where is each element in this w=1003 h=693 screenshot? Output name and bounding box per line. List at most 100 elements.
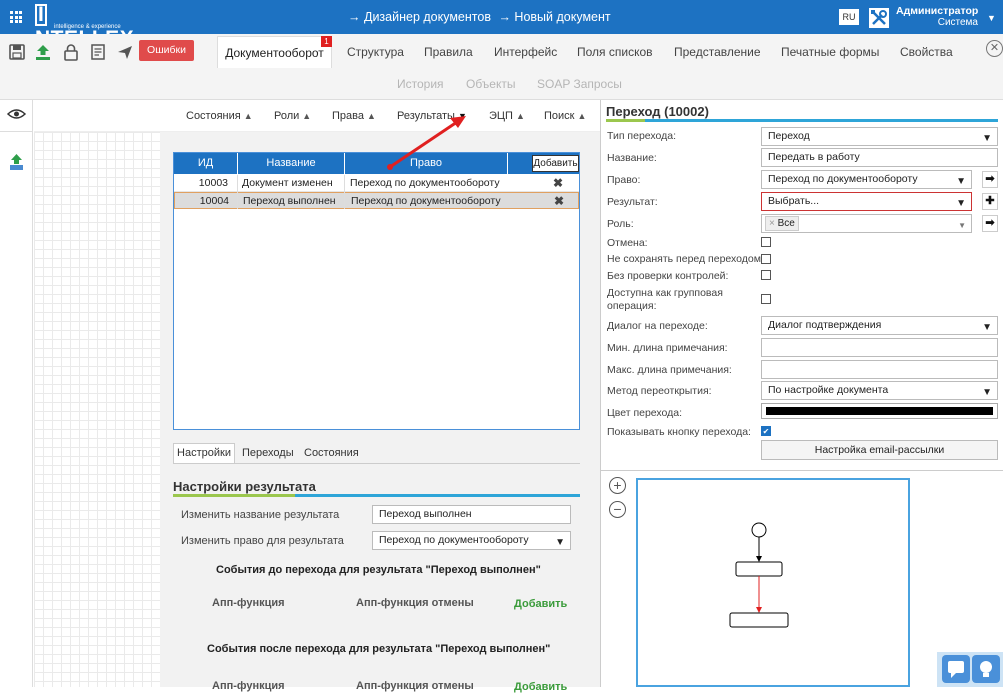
delete-icon[interactable]: ✖ — [553, 193, 565, 210]
color-label: Цвет перехода: — [607, 407, 683, 419]
chevron-down-icon: ▼ — [956, 198, 966, 209]
nosave-checkbox[interactable] — [761, 254, 771, 264]
type-select[interactable]: Переход ▼ — [761, 127, 998, 146]
zoom-out-icon[interactable]: − — [609, 501, 626, 518]
tab-interface[interactable]: Интерфейс — [494, 45, 557, 59]
chevron-down-icon: ▼ — [956, 176, 966, 187]
go-arrow-icon[interactable]: ➡ — [982, 215, 998, 232]
import-icon[interactable] — [9, 153, 24, 171]
role-label: Роль: — [607, 218, 634, 230]
cell-id: 10003 — [198, 177, 228, 189]
title-underline — [606, 119, 998, 122]
chevron-down-icon: ▼ — [982, 133, 992, 144]
tab-print-forms[interactable]: Печатные формы — [781, 45, 879, 59]
form-icon[interactable] — [89, 43, 107, 61]
reopen-select[interactable]: По настройке документа ▼ — [761, 381, 998, 400]
tab-soap[interactable]: SOAP Запросы — [537, 77, 622, 91]
role-tag[interactable]: × Все — [765, 216, 799, 231]
add-event-button[interactable]: Добавить — [514, 681, 567, 693]
name-input[interactable]: Передать в работу — [761, 148, 998, 167]
result-select[interactable]: Выбрать... ▼ — [761, 192, 972, 211]
result-name-input[interactable]: Переход выполнен — [372, 505, 571, 524]
section-roles[interactable]: Роли ▲ — [274, 110, 311, 122]
cancel-checkbox[interactable] — [761, 237, 771, 247]
email-settings-button[interactable]: Настройка email-рассылки — [761, 440, 998, 460]
tab-transitions[interactable]: Переходы — [242, 447, 294, 459]
divider — [0, 131, 33, 132]
close-icon[interactable]: ✕ — [986, 40, 1003, 57]
state-node[interactable] — [735, 561, 783, 577]
errors-button[interactable]: Ошибки — [139, 40, 194, 61]
delete-icon[interactable]: ✖ — [552, 175, 564, 192]
app-function-header: Апп-функция — [212, 597, 285, 609]
go-arrow-icon[interactable]: ➡ — [982, 171, 998, 188]
table-row[interactable]: 10003 Документ изменен Переход по докуме… — [174, 175, 579, 192]
section-signature[interactable]: ЭЦП ▲ — [489, 110, 525, 122]
send-icon[interactable] — [116, 43, 134, 61]
zoom-in-icon[interactable]: + — [609, 477, 626, 494]
add-event-button[interactable]: Добавить — [514, 598, 567, 610]
tab-view[interactable]: Представление — [674, 45, 761, 59]
divider — [344, 175, 345, 209]
chevron-up-icon: ▲ — [366, 111, 376, 121]
lock-icon[interactable] — [62, 43, 80, 61]
max-length-label: Макс. длина примечания: — [607, 364, 732, 376]
after-events-title: События после перехода для результата "П… — [207, 643, 551, 655]
chat-icon[interactable] — [942, 655, 970, 683]
tab-structure[interactable]: Структура — [347, 45, 404, 59]
tab-settings[interactable]: Настройки — [173, 443, 235, 464]
column-header-id[interactable]: ИД — [174, 153, 238, 174]
min-length-input[interactable] — [761, 338, 998, 357]
result-right-select[interactable]: Переход по документообороту ▼ — [372, 531, 571, 550]
show-button-checkbox[interactable]: ✔ — [761, 426, 771, 436]
breadcrumb-item[interactable]: → Дизайнер документов — [348, 10, 491, 24]
reopen-label: Метод переоткрытия: — [607, 385, 712, 397]
eye-icon[interactable] — [6, 108, 27, 120]
error-count-badge: 1 — [321, 36, 332, 47]
chevron-down-icon: ▼ — [958, 221, 966, 230]
section-search[interactable]: Поиск ▲ — [544, 110, 586, 122]
tab-list-fields[interactable]: Поля списков — [577, 45, 653, 59]
column-header-name[interactable]: Название — [238, 153, 345, 174]
lightbulb-icon[interactable] — [972, 655, 1000, 683]
chevron-down-icon: ▼ — [982, 322, 992, 333]
tab-properties[interactable]: Свойства — [900, 45, 953, 59]
upload-icon[interactable] — [34, 43, 52, 61]
section-states[interactable]: Состояния ▲ — [186, 110, 253, 122]
chevron-down-icon: ▼ — [555, 537, 565, 548]
app-function-cancel-header: Апп-функция отмены — [356, 597, 474, 609]
tab-history[interactable]: История — [397, 77, 444, 91]
start-node[interactable] — [751, 522, 767, 538]
chevron-up-icon: ▲ — [515, 111, 525, 121]
chevron-down-icon[interactable]: ▼ — [987, 13, 996, 23]
section-rights[interactable]: Права ▲ — [332, 110, 376, 122]
right-select[interactable]: Переход по документообороту ▼ — [761, 170, 972, 189]
admin-tools-icon[interactable] — [868, 7, 890, 29]
group-checkbox[interactable] — [761, 294, 771, 304]
before-events-title: События до перехода для результата "Пере… — [216, 564, 541, 576]
tab-document-flow[interactable]: Документооборот — [217, 36, 332, 68]
language-switch[interactable]: RU — [839, 9, 859, 25]
color-picker[interactable] — [761, 403, 998, 419]
save-icon[interactable] — [8, 43, 26, 61]
table-row[interactable]: 10004 Переход выполнен Переход по докуме… — [174, 192, 579, 209]
user-menu[interactable]: Администратор Система — [896, 5, 978, 29]
app-function-cancel-header: Апп-функция отмены — [356, 680, 474, 692]
logo[interactable]: INTELLEX intelligence & experience — [35, 3, 134, 50]
chevron-up-icon: ▲ — [302, 111, 312, 121]
plus-icon[interactable]: ✚ — [982, 193, 998, 210]
cancel-label: Отмена: — [607, 237, 648, 249]
tab-rules[interactable]: Правила — [424, 45, 473, 59]
state-node[interactable] — [729, 612, 789, 628]
role-select[interactable]: × Все ▼ — [761, 214, 972, 233]
dialog-select[interactable]: Диалог подтверждения ▼ — [761, 316, 998, 335]
apps-grid-icon[interactable] — [10, 11, 22, 23]
max-length-input[interactable] — [761, 360, 998, 379]
add-result-button[interactable]: Добавить — [532, 155, 579, 172]
nocheck-checkbox[interactable] — [761, 270, 771, 280]
tab-objects[interactable]: Объекты — [466, 77, 516, 91]
tab-states[interactable]: Состояния — [304, 447, 359, 459]
result-label: Результат: — [607, 196, 658, 208]
rename-label: Изменить название результата — [181, 509, 340, 521]
workflow-diagram[interactable] — [636, 478, 910, 687]
